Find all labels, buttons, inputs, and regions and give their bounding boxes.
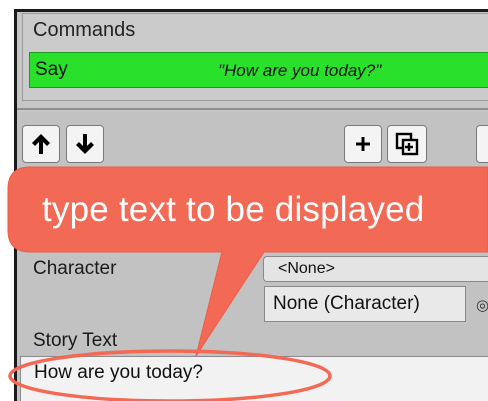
commands-panel: Commands Say "How are you today?"	[22, 13, 488, 101]
character-label: Character	[33, 258, 117, 279]
remove-command-button[interactable]	[476, 125, 488, 163]
duplicate-icon	[395, 132, 419, 156]
arrow-up-icon	[30, 132, 52, 156]
story-text-field[interactable]: How are you today?	[20, 356, 488, 401]
command-summary: "How are you today?"	[218, 61, 382, 80]
commands-title: Commands	[33, 19, 136, 41]
duplicate-command-button[interactable]	[387, 125, 427, 163]
command-row-say[interactable]: Say "How are you today?"	[29, 52, 488, 88]
character-dropdown[interactable]: <None>	[263, 256, 488, 282]
add-command-button[interactable]	[344, 125, 382, 163]
command-name: Say	[35, 59, 68, 80]
object-picker-icon[interactable]: ◎	[476, 296, 488, 312]
plus-icon	[355, 136, 371, 152]
arrow-down-icon	[74, 132, 96, 156]
panel-divider	[17, 108, 488, 110]
move-down-button[interactable]	[66, 125, 104, 163]
character-object-field[interactable]: None (Character)	[264, 286, 466, 322]
move-up-button[interactable]	[22, 125, 60, 163]
annotation-text: type text to be displayed	[42, 190, 425, 229]
story-text-label: Story Text	[33, 330, 118, 351]
